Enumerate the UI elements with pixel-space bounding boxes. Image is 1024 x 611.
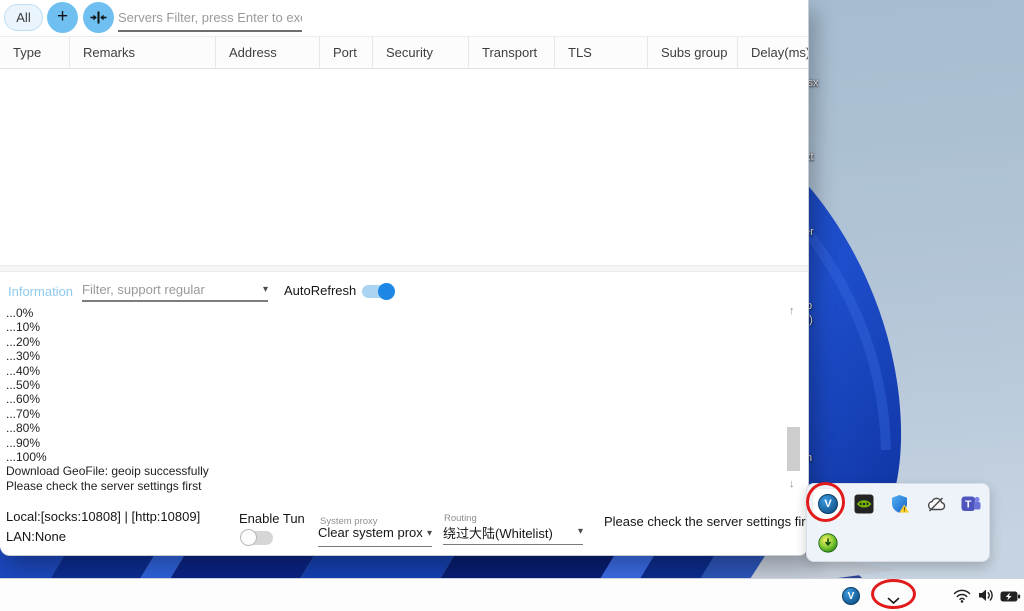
local-ports-info: Local:[socks:10808] | [http:10809] <box>6 509 200 524</box>
autorefresh-toggle[interactable] <box>362 285 391 298</box>
battery-icon[interactable] <box>1000 590 1021 608</box>
scroll-down-icon[interactable]: ↓ <box>789 479 795 490</box>
tray-teams-icon[interactable]: T <box>961 494 981 514</box>
column-header-tls[interactable]: TLS <box>555 37 648 68</box>
log-line: Download GeoFile: geoip successfully <box>6 464 776 478</box>
log-line: ...90% <box>6 436 776 450</box>
log-line: ...70% <box>6 407 776 421</box>
column-header-port[interactable]: Port <box>320 37 373 68</box>
column-header-type[interactable]: Type <box>0 37 70 68</box>
log-line: ...20% <box>6 335 776 349</box>
lan-info: LAN:None <box>6 529 66 544</box>
chevron-down-icon: ▾ <box>263 284 268 295</box>
tab-information[interactable]: Information <box>8 284 73 299</box>
log-line: ...50% <box>6 378 776 392</box>
log-line: ...40% <box>6 364 776 378</box>
log-output[interactable]: ...0% ...10% ...20% ...30% ...40% ...50%… <box>6 306 776 493</box>
taskbar-v2rayn-icon[interactable]: V <box>842 587 860 605</box>
column-resize-button[interactable] <box>83 2 114 33</box>
status-message: Please check the server settings fir <box>604 514 806 529</box>
screen: lsx xt er p d) n All + <box>0 0 1024 611</box>
wifi-icon[interactable] <box>953 588 971 608</box>
autorefresh-toggle-thumb <box>378 283 395 300</box>
autorefresh-label: AutoRefresh <box>284 283 356 298</box>
column-header-security[interactable]: Security <box>373 37 469 68</box>
server-list-empty[interactable] <box>0 70 808 265</box>
system-proxy-combo[interactable]: Clear system prox ▾ <box>318 525 432 547</box>
column-resize-icon <box>90 10 107 25</box>
tray-onedrive-icon[interactable] <box>926 494 946 514</box>
log-line: ...10% <box>6 320 776 334</box>
chevron-down-icon: ▾ <box>578 526 583 537</box>
column-header-remarks[interactable]: Remarks <box>70 37 216 68</box>
servers-filter-input[interactable] <box>118 5 302 32</box>
routing-combo[interactable]: 绕过大陆(Whitelist) ▾ <box>443 523 583 545</box>
toolbar: All + <box>0 0 808 36</box>
log-line: ...0% <box>6 306 776 320</box>
subscription-group-all-button[interactable]: All <box>4 4 43 31</box>
log-line: ...100% <box>6 450 776 464</box>
scroll-up-icon[interactable]: ↑ <box>789 306 795 317</box>
enable-tun-label: Enable Tun <box>239 511 305 526</box>
annotation-circle-taskbar-chevron <box>871 579 916 609</box>
routing-value: 绕过大陆(Whitelist) <box>443 523 553 542</box>
server-table-header: Type Remarks Address Port Security Trans… <box>0 36 808 69</box>
volume-icon[interactable] <box>978 588 995 608</box>
chevron-down-icon: ▾ <box>427 528 432 539</box>
system-proxy-value: Clear system prox <box>318 525 423 540</box>
log-line: ...30% <box>6 349 776 363</box>
log-filter-input[interactable] <box>82 282 263 297</box>
tray-windows-security-icon[interactable] <box>890 494 910 514</box>
log-filter-combo[interactable]: ▾ <box>82 279 268 302</box>
column-header-transport[interactable]: Transport <box>469 37 555 68</box>
log-line: ...60% <box>6 392 776 406</box>
column-header-subsgroup[interactable]: Subs group <box>648 37 738 68</box>
annotation-circle-tray-v2rayn <box>806 482 845 522</box>
log-line: Please check the server settings first <box>6 479 776 493</box>
plus-icon: + <box>57 7 68 26</box>
column-header-address[interactable]: Address <box>216 37 320 68</box>
panel-splitter[interactable] <box>0 265 808 272</box>
tray-idm-icon[interactable] <box>818 533 838 553</box>
servers-filter-field[interactable] <box>118 5 302 32</box>
log-line: ...80% <box>6 421 776 435</box>
enable-tun-toggle-thumb <box>240 529 257 546</box>
v2rayn-window: All + Type Remarks Address P <box>0 0 809 556</box>
add-server-button[interactable]: + <box>47 2 78 33</box>
scrollbar-thumb[interactable] <box>787 427 800 471</box>
enable-tun-toggle[interactable] <box>241 531 273 545</box>
tray-nvidia-icon[interactable] <box>854 494 874 514</box>
svg-text:T: T <box>965 499 972 511</box>
column-header-delay[interactable]: Delay(ms) <box>738 37 808 68</box>
